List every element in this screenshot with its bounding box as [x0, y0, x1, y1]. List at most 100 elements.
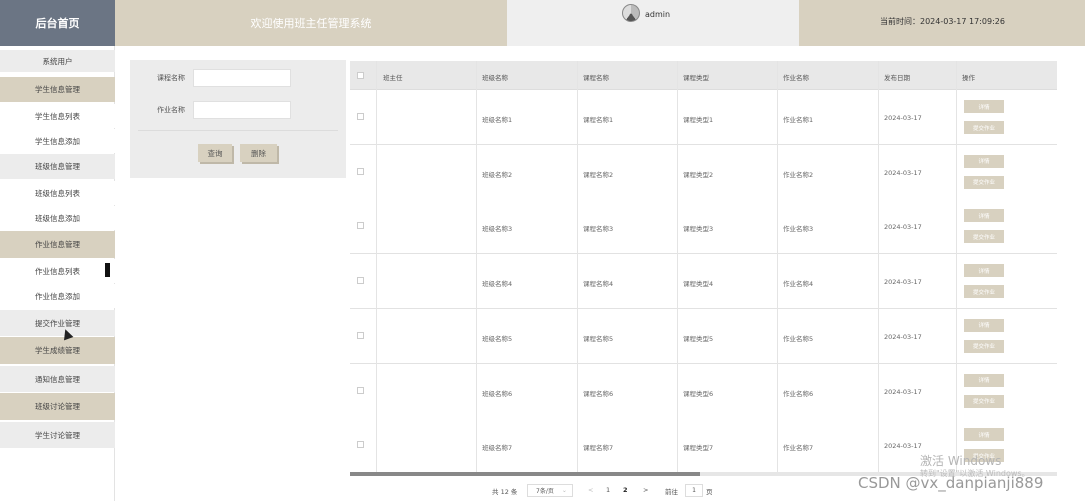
- detail-button[interactable]: 详情: [964, 318, 1004, 332]
- user-box: [507, 0, 799, 46]
- sidebar-item-system-users[interactable]: 系统用户: [0, 50, 115, 72]
- sidebar-item-homework-info-list[interactable]: 作业信息列表: [0, 259, 115, 283]
- submit-homework-button[interactable]: 提交作业: [964, 339, 1004, 353]
- home-logo-link[interactable]: 后台首页: [0, 0, 115, 46]
- cell-publish-date: 2024-03-17: [884, 223, 922, 232]
- chevron-down-icon: ⌄: [561, 487, 567, 494]
- col-header-publish-date: 发布日期: [884, 74, 910, 82]
- col-header-course-type: 课程类型: [683, 74, 709, 82]
- col-divider: [956, 61, 957, 472]
- sidebar-item-student-info-add[interactable]: 学生信息添加: [0, 129, 115, 153]
- detail-button[interactable]: 详情: [964, 264, 1004, 278]
- cell-course-name: 课程名称6: [583, 389, 614, 398]
- col-header-course-name: 课程名称: [583, 74, 609, 82]
- sidebar-item-class-discussion-manage[interactable]: 班级讨论管理: [0, 393, 115, 420]
- cell-homework-name: 作业名称3: [783, 225, 814, 234]
- sidebar-item-label: 作业信息管理: [35, 240, 80, 249]
- submit-homework-button[interactable]: 提交作业: [964, 121, 1004, 134]
- row-checkbox[interactable]: [357, 277, 364, 285]
- search-divider: [138, 130, 338, 131]
- sidebar-item-label: 班级信息管理: [35, 162, 80, 171]
- next-page-button[interactable]: >: [643, 486, 648, 494]
- col-divider: [878, 61, 879, 472]
- cell-course-type: 课程类型5: [683, 334, 714, 343]
- cell-class-name: 班级名称3: [482, 225, 513, 234]
- table-row: 班级名称2 课程名称2 课程类型2 作业名称2 2024-03-17 详情 提交作业: [350, 144, 1057, 200]
- cell-class-name: 班级名称2: [482, 170, 513, 179]
- sidebar-item-notice-manage[interactable]: 通知信息管理: [0, 366, 115, 392]
- row-checkbox[interactable]: [357, 441, 364, 449]
- sidebar-item-label: 作业信息列表: [35, 266, 80, 276]
- cell-class-name: 班级名称1: [482, 116, 513, 124]
- cell-course-name: 课程名称3: [583, 225, 614, 234]
- course-name-label: 课程名称: [157, 74, 185, 82]
- row-checkbox[interactable]: [357, 167, 364, 175]
- cell-course-type: 课程类型4: [683, 280, 714, 289]
- sidebar-item-student-info-manage[interactable]: 学生信息管理: [0, 77, 115, 102]
- submit-homework-button[interactable]: 提交作业: [964, 230, 1004, 244]
- submit-homework-button[interactable]: 提交作业: [964, 175, 1004, 189]
- cell-course-name: 课程名称7: [583, 444, 614, 453]
- sidebar: 系统用户 学生信息管理 学生信息列表 学生信息添加 班级信息管理 班级信息列表 …: [0, 46, 115, 501]
- cell-course-type: 课程类型2: [683, 170, 714, 179]
- table-row: 班级名称5 课程名称5 课程类型5 作业名称5 2024-03-17 详情 提交作业: [350, 308, 1057, 364]
- page-size-select[interactable]: 7条/页 ⌄: [527, 484, 573, 497]
- sidebar-item-score-manage[interactable]: 学生成绩管理: [0, 337, 115, 364]
- cell-publish-date: 2024-03-17: [884, 387, 922, 396]
- course-name-input[interactable]: [193, 69, 291, 87]
- cell-homework-name: 作业名称1: [783, 116, 814, 124]
- sidebar-item-student-info-list[interactable]: 学生信息列表: [0, 104, 115, 128]
- detail-button[interactable]: 详情: [964, 100, 1004, 113]
- username[interactable]: admin: [645, 10, 670, 19]
- col-divider: [577, 61, 578, 472]
- cell-publish-date: 2024-03-17: [884, 114, 922, 122]
- page-size-value: 7条/页: [536, 488, 554, 495]
- col-header-homework-name: 作业名称: [783, 74, 809, 82]
- cell-homework-name: 作业名称4: [783, 280, 814, 289]
- homework-name-input[interactable]: [193, 101, 291, 119]
- detail-button[interactable]: 详情: [964, 209, 1004, 223]
- delete-button[interactable]: 删除: [240, 144, 277, 162]
- sidebar-item-class-info-manage[interactable]: 班级信息管理: [0, 154, 115, 179]
- col-divider: [376, 61, 377, 472]
- cell-course-name: 课程名称4: [583, 280, 614, 289]
- sidebar-item-homework-info-manage[interactable]: 作业信息管理: [0, 231, 115, 258]
- sidebar-item-homework-info-add[interactable]: 作业信息添加: [0, 284, 115, 308]
- cell-course-name: 课程名称2: [583, 170, 614, 179]
- sidebar-item-label: 学生信息管理: [35, 85, 80, 94]
- table-scrollbar-thumb[interactable]: [350, 472, 700, 476]
- detail-button[interactable]: 详情: [964, 154, 1004, 168]
- cell-publish-date: 2024-03-17: [884, 332, 922, 341]
- col-divider: [476, 61, 477, 472]
- goto-page-input[interactable]: 1: [685, 484, 703, 497]
- current-time: 当前时间：2024-03-17 17:09:26: [880, 17, 1005, 26]
- pagination-total: 共 12 条: [492, 488, 518, 496]
- csdn-watermark: CSDN @vx_danpianji889: [858, 474, 1044, 492]
- page-1-button[interactable]: 1: [606, 486, 610, 494]
- sidebar-item-label: 班级信息添加: [35, 213, 80, 223]
- submit-homework-button[interactable]: 提交作业: [964, 394, 1004, 408]
- col-header-teacher: 班主任: [383, 74, 403, 82]
- cell-homework-name: 作业名称2: [783, 170, 814, 179]
- sidebar-item-class-info-list[interactable]: 班级信息列表: [0, 181, 115, 205]
- row-checkbox[interactable]: [357, 331, 364, 339]
- cell-publish-date: 2024-03-17: [884, 278, 922, 287]
- detail-button[interactable]: 详情: [964, 373, 1004, 387]
- windows-activation-watermark: 激活 Windows: [920, 454, 1002, 468]
- prev-page-button[interactable]: <: [588, 486, 593, 494]
- row-checkbox[interactable]: [357, 386, 364, 394]
- submit-homework-button[interactable]: 提交作业: [964, 285, 1004, 299]
- row-checkbox[interactable]: [357, 222, 364, 230]
- sidebar-item-student-discussion-manage[interactable]: 学生讨论管理: [0, 422, 115, 448]
- select-all-checkbox[interactable]: [357, 72, 364, 79]
- table-row: 班级名称6 课程名称6 课程类型6 作业名称6 2024-03-17 详情 提交作业: [350, 363, 1057, 419]
- cell-course-type: 课程类型3: [683, 225, 714, 234]
- detail-button[interactable]: 详情: [964, 428, 1004, 442]
- cell-course-type: 课程类型7: [683, 444, 714, 453]
- sidebar-item-submit-homework-manage[interactable]: 提交作业管理: [0, 310, 115, 336]
- query-button[interactable]: 查询: [198, 144, 232, 162]
- row-checkbox[interactable]: [357, 113, 364, 120]
- page-2-button[interactable]: 2: [623, 486, 628, 494]
- avatar-icon[interactable]: [622, 4, 640, 22]
- sidebar-item-class-info-add[interactable]: 班级信息添加: [0, 206, 115, 230]
